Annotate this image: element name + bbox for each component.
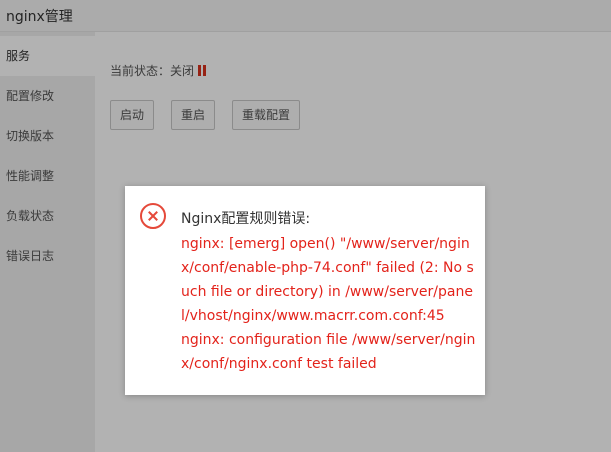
error-message-line: l/vhost/nginx/www.macrr.com.conf:45	[181, 308, 445, 324]
error-message: nginx: [emerg] open() "/www/server/ngin …	[181, 232, 476, 376]
error-message-line: nginx: [emerg] open() "/www/server/ngin	[181, 236, 470, 252]
error-circle-icon	[140, 203, 166, 229]
error-message-line: x/conf/nginx.conf test failed	[181, 356, 377, 372]
error-message-line: uch file or directory) in /www/server/pa…	[181, 284, 473, 300]
error-message-line: x/conf/enable-php-74.conf" failed (2: No…	[181, 260, 474, 276]
error-title: Nginx配置规则错误:	[181, 211, 311, 227]
error-message-line: nginx: configuration file /www/server/ng…	[181, 332, 476, 348]
error-dialog: Nginx配置规则错误: nginx: [emerg] open() "/www…	[125, 186, 485, 395]
